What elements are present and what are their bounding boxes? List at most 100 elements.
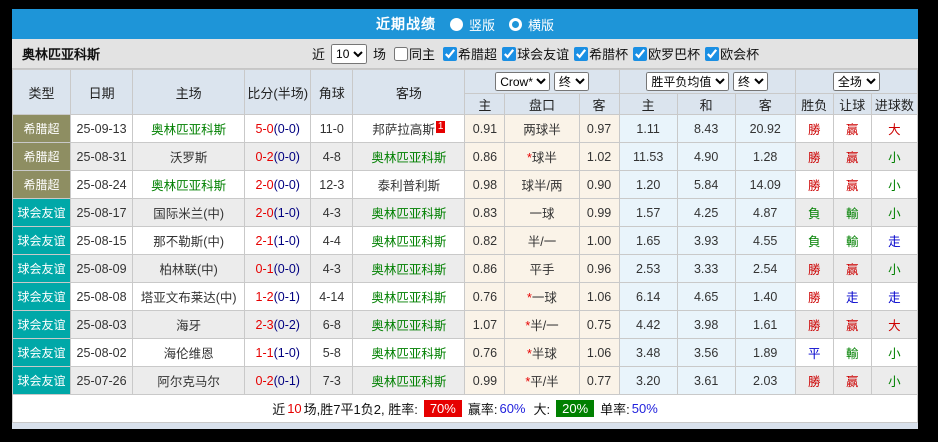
away-team: 奥林匹亚科斯 [353, 311, 465, 339]
league-filter-2[interactable]: 希腊杯 [569, 44, 628, 63]
corner-score: 4-3 [311, 199, 353, 227]
summary-count: 10 [287, 401, 301, 416]
same-home-label: 同主 [409, 44, 435, 63]
winloss-result: 勝 [795, 115, 833, 143]
avg-odds-select[interactable]: 胜平负均值 [646, 72, 729, 91]
match-date: 25-08-31 [71, 143, 133, 171]
handicap-result: 輸 [833, 199, 871, 227]
match-date: 25-08-15 [71, 227, 133, 255]
home-team: 奥林匹亚科斯 [133, 171, 245, 199]
big-label: 大: [534, 399, 551, 418]
match-date: 25-08-24 [71, 171, 133, 199]
corner-score: 11-0 [311, 115, 353, 143]
away-team: 奥林匹亚科斯 [353, 227, 465, 255]
home-team: 柏林联(中) [133, 255, 245, 283]
handicap-cell: 两球半 [505, 115, 579, 143]
league-checkbox-1[interactable] [502, 47, 516, 61]
avg-home-odds: 1.65 [619, 227, 677, 255]
goals-result: 走 [871, 283, 917, 311]
avg-away-odds: 1.40 [735, 283, 795, 311]
recent-prefix-label: 近 [312, 44, 325, 63]
match-date: 25-09-13 [71, 115, 133, 143]
away-team: 奥林匹亚科斯 [353, 367, 465, 395]
avg-home-odds: 1.11 [619, 115, 677, 143]
home-odds: 0.82 [465, 227, 505, 255]
away-team-name: 奥林匹亚科斯 [371, 207, 446, 221]
league-type: 球会友谊 [13, 311, 71, 339]
avg-draw-odds: 4.25 [677, 199, 735, 227]
handicap-cell: 平手 [505, 255, 579, 283]
winloss-result: 勝 [795, 283, 833, 311]
fulltime-score: 5-0 [256, 122, 274, 136]
avg-away-odds: 1.89 [735, 339, 795, 367]
same-home-checkbox[interactable] [394, 47, 408, 61]
home-team-name: 奥林匹亚科斯 [151, 179, 226, 193]
home-team-name: 那不勒斯(中) [153, 235, 224, 249]
league-filter-4[interactable]: 欧会杯 [700, 44, 759, 63]
away-odds: 0.90 [579, 171, 619, 199]
odds-stage-select[interactable]: 终 [554, 72, 589, 91]
corner-score: 4-4 [311, 227, 353, 255]
home-odds: 0.91 [465, 115, 505, 143]
handicap-result: 赢 [833, 171, 871, 199]
league-filter-3[interactable]: 欧罗巴杯 [628, 44, 700, 63]
horizontal-layout-radio[interactable] [509, 18, 522, 31]
same-home-filter[interactable]: 同主 [389, 44, 435, 63]
bottom-strip [12, 423, 918, 429]
handicap-result: 輸 [833, 227, 871, 255]
avg-away-odds: 1.28 [735, 143, 795, 171]
winloss-result: 勝 [795, 143, 833, 171]
avg-stage-select[interactable]: 终 [733, 72, 768, 91]
league-filter-1[interactable]: 球会友谊 [497, 44, 569, 63]
away-team-name: 奥林匹亚科斯 [371, 263, 446, 277]
league-filter-0[interactable]: 希腊超 [438, 44, 497, 63]
away-team: 奥林匹亚科斯 [353, 283, 465, 311]
match-count-select[interactable]: 10 [331, 44, 367, 64]
halftime-score: (0-1) [274, 290, 300, 304]
sub-home-odds: 主 [465, 94, 505, 115]
handicap-text: 半球 [532, 347, 557, 361]
league-checkbox-2[interactable] [574, 47, 588, 61]
handicap-cell: *平/半 [505, 367, 579, 395]
odds-company-select[interactable]: Crow* [495, 72, 550, 91]
vertical-layout-radio[interactable] [450, 18, 463, 31]
avg-draw-odds: 4.90 [677, 143, 735, 171]
avg-home-odds: 3.48 [619, 339, 677, 367]
goals-result: 小 [871, 171, 917, 199]
home-team: 沃罗斯 [133, 143, 245, 171]
handicap-text: 两球半 [523, 123, 561, 137]
col-header-corner: 角球 [311, 70, 353, 115]
home-team: 塔亚文布莱达(中) [133, 283, 245, 311]
away-team-name: 邦萨拉高斯 [372, 123, 435, 137]
score-cell: 2-1(1-0) [245, 227, 311, 255]
avg-home-odds: 11.53 [619, 143, 677, 171]
goals-result: 走 [871, 227, 917, 255]
goals-result: 小 [871, 255, 917, 283]
home-odds: 0.83 [465, 199, 505, 227]
home-odds: 0.99 [465, 367, 505, 395]
handicap-text: 平/半 [530, 375, 558, 389]
winloss-result: 負 [795, 199, 833, 227]
odds-company-group: Crow* 终 [465, 70, 619, 94]
league-type: 球会友谊 [13, 283, 71, 311]
match-row: 球会友谊25-07-26阿尔克马尔0-2(0-1)7-3奥林匹亚科斯0.99*平… [13, 367, 918, 395]
league-checkbox-4[interactable] [705, 47, 719, 61]
fulltime-select[interactable]: 全场 [833, 72, 880, 91]
home-odds: 0.76 [465, 339, 505, 367]
score-cell: 1-1(1-0) [245, 339, 311, 367]
avg-draw-odds: 3.98 [677, 311, 735, 339]
match-row: 球会友谊25-08-08塔亚文布莱达(中)1-2(0-1)4-14奥林匹亚科斯0… [13, 283, 918, 311]
winloss-result: 勝 [795, 311, 833, 339]
home-odds: 0.86 [465, 143, 505, 171]
fulltime-score: 2-1 [256, 234, 274, 248]
away-odds: 1.00 [579, 227, 619, 255]
vertical-layout-label: 竖版 [469, 15, 495, 34]
win-odds-rate: 60% [499, 401, 525, 416]
avg-draw-odds: 3.33 [677, 255, 735, 283]
home-odds: 0.76 [465, 283, 505, 311]
avg-away-odds: 2.54 [735, 255, 795, 283]
avg-home-odds: 2.53 [619, 255, 677, 283]
league-checkbox-3[interactable] [633, 47, 647, 61]
league-checkbox-0[interactable] [443, 47, 457, 61]
away-team: 邦萨拉高斯1 [353, 115, 465, 143]
